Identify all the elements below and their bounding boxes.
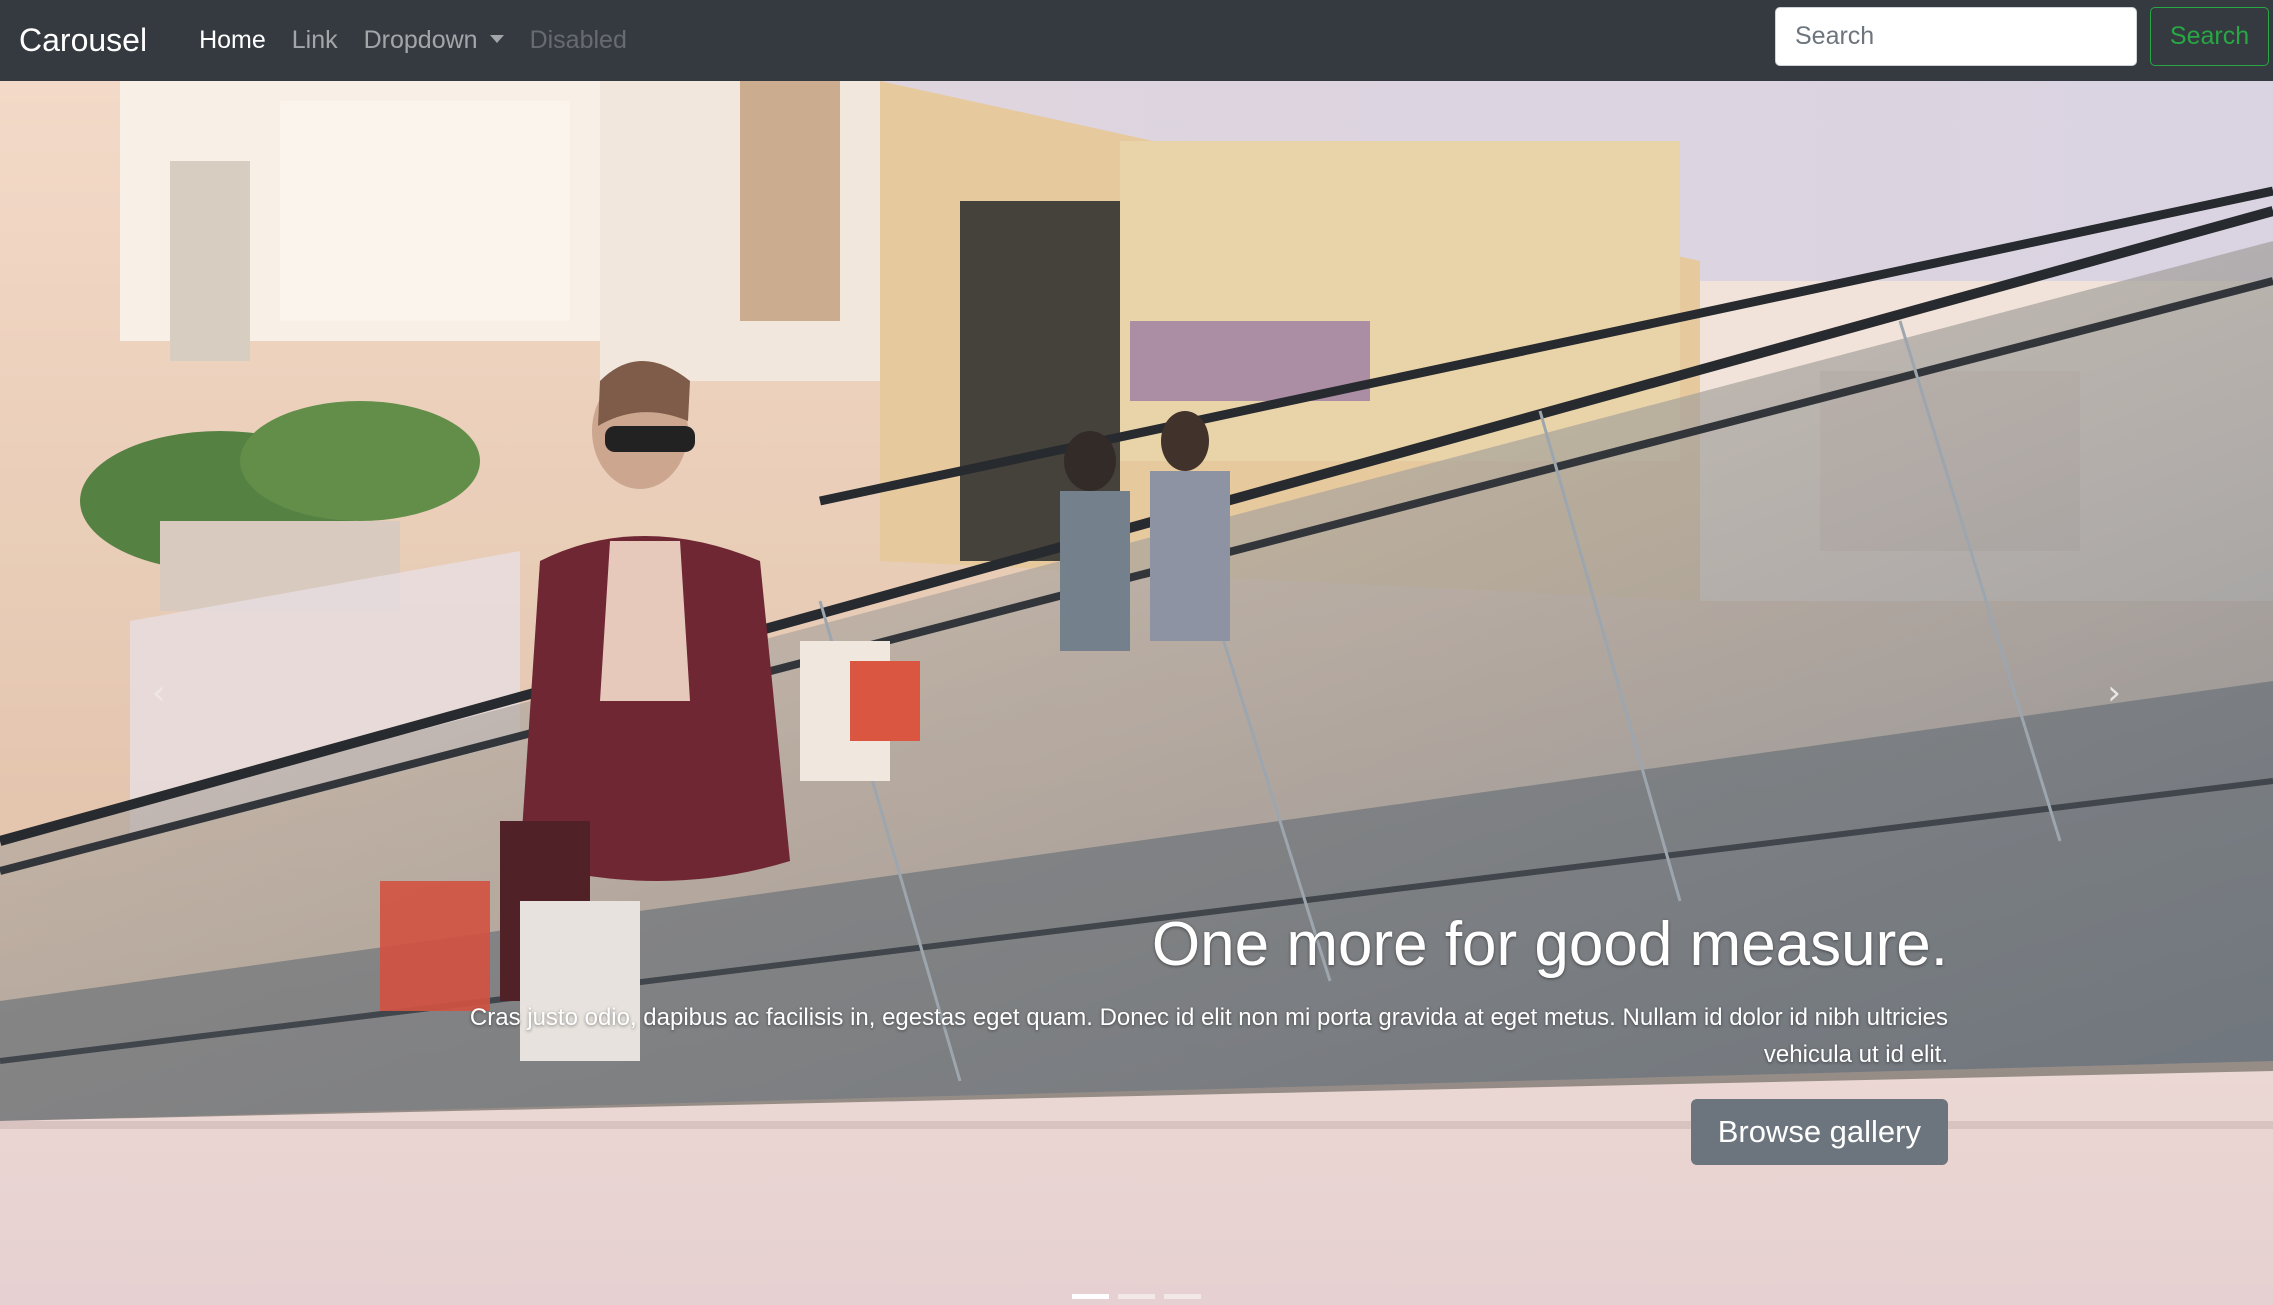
carousel-indicator[interactable] [1072,1294,1109,1299]
carousel-indicator[interactable] [1164,1294,1201,1299]
nav-links: Home Link Dropdown Disabled [186,26,640,55]
search-form: Search [1775,7,2269,66]
chevron-left-icon: ‹ [152,673,166,713]
nav-dropdown-label: Dropdown [363,26,478,54]
navbar-brand[interactable]: Carousel [19,22,147,59]
nav-home-link[interactable]: Home [186,26,279,55]
nav-disabled-link: Disabled [529,26,627,54]
caret-down-icon [489,35,504,43]
chevron-right-icon: › [2107,673,2121,713]
carousel-prev-control[interactable]: ‹ [0,81,330,1305]
search-input[interactable] [1775,7,2137,66]
caption-text: Cras justo odio, dapibus ac facilisis in… [469,1003,1948,1068]
search-button[interactable]: Search [2150,7,2269,66]
carousel-indicator[interactable] [1118,1294,1155,1299]
carousel-caption: One more for good measure. Cras justo od… [395,908,1948,1165]
navbar: Carousel Home Link Dropdown Disabled Sea… [0,0,2273,81]
nav-dropdown-toggle[interactable]: Dropdown [351,26,517,55]
carousel: ‹ › One more for good measure. Cras just… [0,81,2273,1305]
nav-link[interactable]: Link [279,26,351,55]
browse-gallery-button[interactable]: Browse gallery [1690,1099,1948,1165]
caption-heading: One more for good measure. [1151,910,1948,980]
carousel-next-control[interactable]: › [1943,81,2273,1305]
carousel-indicators [0,1294,2273,1299]
